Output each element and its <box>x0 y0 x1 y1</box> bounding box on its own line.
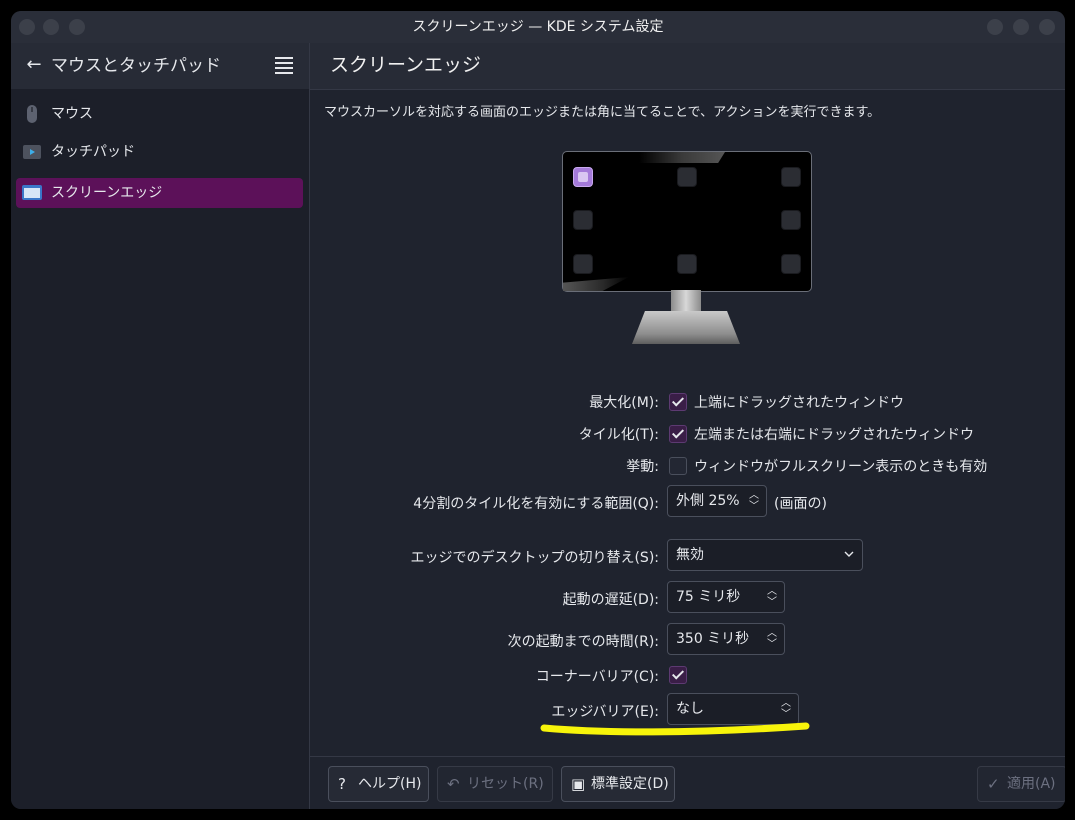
highlight-annotation <box>540 722 810 736</box>
maximize-checkbox[interactable] <box>669 393 687 411</box>
monitor-stand-neck <box>671 290 701 312</box>
fullscreen-checkbox[interactable] <box>669 457 687 475</box>
edge-bottom-left[interactable] <box>573 254 593 274</box>
screen-edge-icon <box>22 185 42 200</box>
edge-bottom-right[interactable] <box>781 254 801 274</box>
tile-checkbox[interactable] <box>669 425 687 443</box>
mouse-icon <box>27 105 37 123</box>
edge-top-left[interactable] <box>573 167 593 187</box>
defaults-button-label: 標準設定(D) <box>591 776 669 792</box>
help-button-label: ヘルプ(H) <box>358 776 422 792</box>
sidebar-header: ← マウスとタッチパッド <box>11 43 309 89</box>
quarter-tiling-spinbox[interactable]: 外側 25% ︿ ﹀ <box>667 485 767 517</box>
maximize-checkbox-label[interactable]: 上端にドラッグされたウィンドウ <box>694 392 904 412</box>
activation-delay-spinbox[interactable]: 75 ミリ秒 ︿ ﹀ <box>667 581 785 613</box>
sidebar-title: マウスとタッチパッド <box>51 56 221 76</box>
reactivation-delay-spinbox[interactable]: 350 ミリ秒 ︿ ﹀ <box>667 623 785 655</box>
window-title: スクリーンエッジ — KDE システム設定 <box>412 19 664 35</box>
corner-barrier-checkbox[interactable] <box>669 666 687 684</box>
sidebar-item-mouse[interactable]: マウス <box>16 99 303 129</box>
tile-checkbox-label[interactable]: 左端または右端にドラッグされたウィンドウ <box>694 424 974 444</box>
sidebar-item-touchpad[interactable]: タッチパッド <box>16 137 303 167</box>
checkmark-icon: ✓ <box>987 775 1000 793</box>
tile-label: タイル化(T): <box>578 427 659 443</box>
title-bar: スクリーンエッジ — KDE システム設定 <box>11 11 1065 43</box>
edge-right[interactable] <box>781 210 801 230</box>
undo-icon: ↶ <box>447 775 460 793</box>
spin-arrows-icon[interactable]: ︿ ﹀ <box>748 490 760 512</box>
edge-left[interactable] <box>573 210 593 230</box>
minimize-button[interactable] <box>987 19 1003 35</box>
main-header: スクリーンエッジ <box>310 43 1065 90</box>
reactivation-delay-label: 次の起動までの時間(R): <box>507 634 659 650</box>
hamburger-menu-icon[interactable] <box>275 57 293 74</box>
corner-barrier-label: コーナーバリア(C): <box>535 669 659 685</box>
screen-reflection <box>563 277 629 291</box>
monitor-stand-base <box>632 311 740 344</box>
page-title: スクリーンエッジ <box>330 54 482 76</box>
spinbox-value: 75 ミリ秒 <box>676 589 741 605</box>
main-content: マウスカーソルを対応する画面のエッジまたは角に当てることで、アクションを実行でき… <box>310 90 1065 756</box>
spinbox-value: 外側 25% <box>676 493 740 509</box>
edge-top[interactable] <box>677 167 697 187</box>
edge-bottom[interactable] <box>677 254 697 274</box>
activation-delay-label: 起動の遅延(D): <box>562 592 659 608</box>
sidebar-item-screen-edge[interactable]: スクリーンエッジ <box>16 178 303 208</box>
apply-button[interactable]: ✓ 適用(A) <box>977 766 1065 802</box>
combobox-value: 無効 <box>676 547 704 563</box>
touchpad-icon <box>23 145 41 159</box>
back-arrow-icon[interactable]: ← <box>23 53 45 77</box>
description-text: マウスカーソルを対応する画面のエッジまたは角に当てることで、アクションを実行でき… <box>324 105 881 120</box>
close-button[interactable] <box>1039 19 1055 35</box>
sidebar-item-label: マウス <box>51 106 93 122</box>
screen-reflection <box>639 152 725 163</box>
desktop-switch-combobox[interactable]: 無効 <box>667 539 863 571</box>
footer-bar: ? ヘルプ(H) ↶ リセット(R) ▣ 標準設定(D) ✓ 適用(A) <box>310 756 1065 809</box>
maximize-button[interactable] <box>1013 19 1029 35</box>
reset-button-label: リセット(R) <box>467 776 544 792</box>
defaults-icon: ▣ <box>571 775 586 793</box>
reset-button[interactable]: ↶ リセット(R) <box>437 766 553 802</box>
edge-top-right[interactable] <box>781 167 801 187</box>
sidebar-item-label: スクリーンエッジ <box>51 185 163 201</box>
settings-window: スクリーンエッジ — KDE システム設定 ← マウスとタッチパッド マウス タ… <box>11 11 1065 809</box>
quarter-tiling-suffix: (画面の) <box>774 496 827 512</box>
sidebar: マウス タッチパッド スクリーンエッジ <box>11 89 309 809</box>
spin-arrows-icon[interactable]: ︿ ﹀ <box>766 628 778 650</box>
apply-button-label: 適用(A) <box>1007 776 1056 792</box>
desktop-switch-label: エッジでのデスクトップの切り替え(S): <box>410 550 659 566</box>
help-button[interactable]: ? ヘルプ(H) <box>328 766 429 802</box>
maximize-label: 最大化(M): <box>589 395 659 411</box>
monitor-preview <box>562 151 812 292</box>
spinbox-value: 350 ミリ秒 <box>676 631 750 647</box>
question-icon: ? <box>338 775 346 793</box>
sidebar-item-label: タッチパッド <box>51 144 135 160</box>
behavior-label: 挙動: <box>626 459 659 475</box>
quarter-tiling-label: 4分割のタイル化を有効にする範囲(Q): <box>413 496 659 512</box>
defaults-button[interactable]: ▣ 標準設定(D) <box>561 766 675 802</box>
chevron-down-icon <box>844 551 854 557</box>
fullscreen-checkbox-label[interactable]: ウィンドウがフルスクリーン表示のときも有効 <box>694 456 987 476</box>
spin-arrows-icon[interactable]: ︿ ﹀ <box>766 586 778 608</box>
